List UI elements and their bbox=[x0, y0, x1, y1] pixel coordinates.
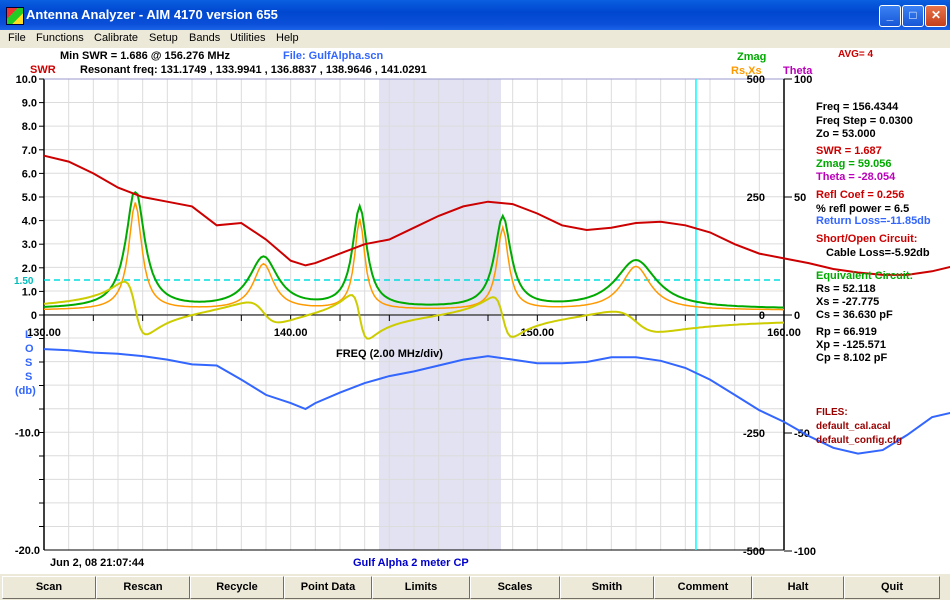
zmag-value: Zmag = 59.056 bbox=[816, 158, 892, 170]
swr-tick-label: 1.0 bbox=[22, 286, 37, 298]
xp-value: Xp = -125.571 bbox=[816, 339, 887, 351]
cal-file: default_cal.acal bbox=[816, 421, 891, 432]
cs-value: Cs = 36.630 pF bbox=[816, 309, 893, 321]
swr-value: SWR = 1.687 bbox=[816, 145, 882, 157]
menu-bands[interactable]: Bands bbox=[189, 32, 220, 44]
loss-tick-label: -20.0 bbox=[15, 545, 40, 557]
loss-axis-label: LOSS(db) bbox=[15, 329, 36, 397]
swr-ref-label: 1.50 bbox=[14, 276, 34, 287]
quit-button[interactable]: Quit bbox=[844, 576, 940, 599]
return-loss-value: Return Loss=-11.85db bbox=[816, 215, 931, 227]
theta-tick-label: -100 bbox=[794, 546, 816, 558]
x-tick-label: 140.00 bbox=[274, 327, 308, 339]
window-title: Antenna Analyzer - AIM 4170 version 655 bbox=[26, 7, 278, 22]
swr-plot[interactable]: 1.50 10.0 9.0 8.0 7.0 6.0 5.0 4.0 3.0 2.0 1.0 0 -10… bbox=[0, 48, 950, 574]
swr-tick-label: 3.0 bbox=[22, 239, 37, 251]
menu-calibrate[interactable]: Calibrate bbox=[94, 32, 138, 44]
swr-tick-label: 8.0 bbox=[22, 121, 37, 133]
x-tick-label: 150.00 bbox=[521, 327, 555, 339]
menu-file[interactable]: File bbox=[8, 32, 26, 44]
cp-value: Cp = 8.102 pF bbox=[816, 352, 888, 364]
menu-help[interactable]: Help bbox=[276, 32, 299, 44]
scan-comment: Gulf Alpha 2 meter CP bbox=[353, 557, 469, 569]
swr-tick-label: 4.0 bbox=[22, 216, 37, 228]
scan-button[interactable]: Scan bbox=[2, 576, 96, 599]
maximize-button[interactable]: □ bbox=[902, 5, 924, 27]
theta-tick-label: 0 bbox=[794, 310, 800, 322]
app-icon bbox=[6, 7, 24, 25]
comment-button[interactable]: Comment bbox=[654, 576, 752, 599]
loss-axis-letter: S bbox=[25, 357, 32, 369]
x-tick-label: 160.00 bbox=[767, 327, 801, 339]
files-label: FILES: bbox=[816, 407, 848, 418]
refl-coef-value: Refl Coef = 0.256 bbox=[816, 189, 905, 201]
ohms-tick-label: 250 bbox=[747, 192, 765, 204]
ohms-tick-label: 500 bbox=[747, 74, 765, 86]
xs-value: Xs = -27.775 bbox=[816, 296, 880, 308]
swr-tick-label: 6.0 bbox=[22, 168, 37, 180]
ohms-tick-label: 0 bbox=[759, 310, 765, 322]
refl-power-value: % refl power = 6.5 bbox=[816, 203, 910, 215]
theta-value: Theta = -28.054 bbox=[816, 171, 896, 183]
loss-tick-label: -10.0 bbox=[15, 428, 40, 440]
title-bar: Antenna Analyzer - AIM 4170 version 655 … bbox=[0, 0, 950, 30]
menu-bar: File Functions Calibrate Setup Bands Uti… bbox=[0, 30, 950, 48]
cable-loss-value: Cable Loss=-5.92db bbox=[826, 247, 930, 259]
zo-value: Zo = 53.000 bbox=[816, 128, 876, 140]
menu-functions[interactable]: Functions bbox=[36, 32, 84, 44]
freq-step-value: Freq Step = 0.0300 bbox=[816, 115, 913, 127]
x-axis-label: FREQ (2.00 MHz/div) bbox=[336, 348, 443, 360]
swr-tick-label: 10.0 bbox=[16, 74, 37, 86]
smith-button[interactable]: Smith bbox=[560, 576, 654, 599]
point-data-button[interactable]: Point Data bbox=[284, 576, 372, 599]
scales-button[interactable]: Scales bbox=[470, 576, 560, 599]
recycle-button[interactable]: Recycle bbox=[190, 576, 284, 599]
loss-axis-letter: L bbox=[25, 329, 32, 341]
config-file: default_config.cfg bbox=[816, 435, 903, 446]
ohms-tick-label: -500 bbox=[743, 546, 765, 558]
freq-value: Freq = 156.4344 bbox=[816, 101, 899, 113]
loss-axis-letter: (db) bbox=[15, 385, 36, 397]
short-open-label: Short/Open Circuit: bbox=[816, 233, 918, 245]
x-tick-label: 130.00 bbox=[27, 327, 61, 339]
halt-button[interactable]: Halt bbox=[752, 576, 844, 599]
menu-setup[interactable]: Setup bbox=[149, 32, 178, 44]
swr-tick-label: 2.0 bbox=[22, 263, 37, 275]
swr-tick-label: 9.0 bbox=[22, 98, 37, 110]
swr-tick-label: 5.0 bbox=[22, 192, 37, 204]
timestamp: Jun 2, 08 21:07:44 bbox=[50, 557, 145, 569]
minimize-button[interactable]: _ bbox=[879, 5, 901, 27]
close-button[interactable]: ✕ bbox=[925, 5, 947, 27]
swr-tick-label: 7.0 bbox=[22, 145, 37, 157]
limits-button[interactable]: Limits bbox=[372, 576, 470, 599]
rs-value: Rs = 52.118 bbox=[816, 283, 876, 295]
loss-axis-letter: O bbox=[25, 343, 34, 355]
menu-utilities[interactable]: Utilities bbox=[230, 32, 265, 44]
theta-tick-label: 50 bbox=[794, 192, 806, 204]
ohms-tick-label: -250 bbox=[743, 428, 765, 440]
rescan-button[interactable]: Rescan bbox=[96, 576, 190, 599]
rp-value: Rp = 66.919 bbox=[816, 326, 877, 338]
button-bar: Scan Rescan Recycle Point Data Limits Sc… bbox=[0, 574, 950, 600]
loss-axis-letter: S bbox=[25, 371, 32, 383]
swr-tick-label: 0 bbox=[31, 310, 37, 322]
theta-tick-label: 100 bbox=[794, 74, 812, 86]
equiv-circuit-label: Equivalent Circuit: bbox=[816, 270, 914, 282]
